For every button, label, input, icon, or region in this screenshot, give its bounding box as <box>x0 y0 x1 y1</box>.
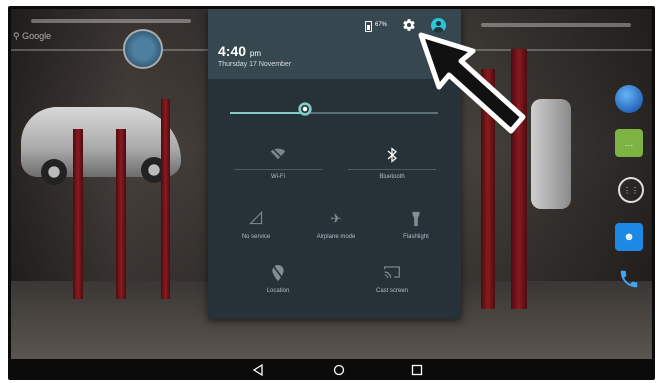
lift-post <box>116 129 126 299</box>
search-hint: Google <box>22 31 52 41</box>
contacts-icon[interactable]: ☻ <box>615 223 643 251</box>
flashlight-icon <box>408 211 424 227</box>
tile-no-service[interactable]: No service <box>211 211 301 240</box>
battery-percent: 67% <box>375 22 388 28</box>
tile-airplane-mode[interactable]: ✈ Airplane mode <box>291 211 381 240</box>
messaging-icon[interactable]: … <box>615 129 643 157</box>
recents-button[interactable] <box>410 363 424 377</box>
search-widget[interactable]: ⚲ Google <box>13 31 51 42</box>
clock: 4:40 pm <box>218 43 261 59</box>
home-app-icon[interactable] <box>123 29 163 69</box>
tile-bluetooth[interactable]: Bluetooth <box>347 147 437 180</box>
airplane-icon: ✈ <box>330 211 342 226</box>
clock-ampm: pm <box>249 49 262 58</box>
wifi-off-icon <box>270 147 286 163</box>
brightness-slider-fill <box>230 112 305 114</box>
ceiling-light <box>31 19 191 23</box>
chat-dots-icon: … <box>624 138 634 148</box>
grid-dots-icon: ⋮⋮ <box>623 185 639 195</box>
tile-label: Cast screen <box>375 288 408 294</box>
app-drawer-icon[interactable]: ⋮⋮ <box>618 177 644 203</box>
tile-label: Flashlight <box>403 234 429 240</box>
home-screen-wallpaper: ⚲ Google … ⋮⋮ ☻ 67% 4:40 pm Thursday 17 … <box>11 9 652 359</box>
tile-location[interactable]: Location <box>233 265 323 294</box>
car-wheel <box>41 159 67 185</box>
cast-icon <box>384 265 400 281</box>
tile-flashlight[interactable]: Flashlight <box>371 211 461 240</box>
tile-wifi[interactable]: Wi-Fi <box>233 147 323 180</box>
tablet-frame: ⚲ Google … ⋮⋮ ☻ 67% 4:40 pm Thursday 17 … <box>8 6 655 380</box>
lift-post <box>73 129 83 299</box>
ceiling-light <box>481 23 631 27</box>
phone-handset-icon <box>620 270 638 288</box>
home-button[interactable] <box>332 363 346 377</box>
tile-label: No service <box>241 234 271 240</box>
pointer-arrow-icon <box>418 32 526 134</box>
person-icon: ☻ <box>623 231 635 243</box>
battery-icon <box>365 21 372 32</box>
tile-label: Location <box>266 288 290 294</box>
tile-divider <box>234 169 322 170</box>
date-label: Thursday 17 November <box>218 61 292 68</box>
browser-icon[interactable] <box>615 85 643 113</box>
recents-icon <box>411 364 423 376</box>
search-icon: ⚲ <box>13 31 20 41</box>
navigation-bar <box>11 359 652 380</box>
lift-post <box>161 99 170 299</box>
bluetooth-icon <box>384 147 400 163</box>
location-off-icon <box>270 265 286 281</box>
back-icon <box>252 364 263 376</box>
home-icon <box>333 364 345 376</box>
phone-icon[interactable] <box>615 265 643 293</box>
tile-label: Airplane mode <box>316 234 356 240</box>
tile-cast-screen[interactable]: Cast screen <box>347 265 437 294</box>
tile-label: Wi-Fi <box>271 174 285 180</box>
tile-label: Bluetooth <box>379 174 405 180</box>
clock-time: 4:40 <box>218 43 247 59</box>
brightness-slider-thumb[interactable] <box>297 101 313 117</box>
brightness-icon <box>298 102 312 116</box>
back-button[interactable] <box>251 363 265 377</box>
tile-divider <box>348 169 436 170</box>
signal-icon <box>248 211 264 227</box>
